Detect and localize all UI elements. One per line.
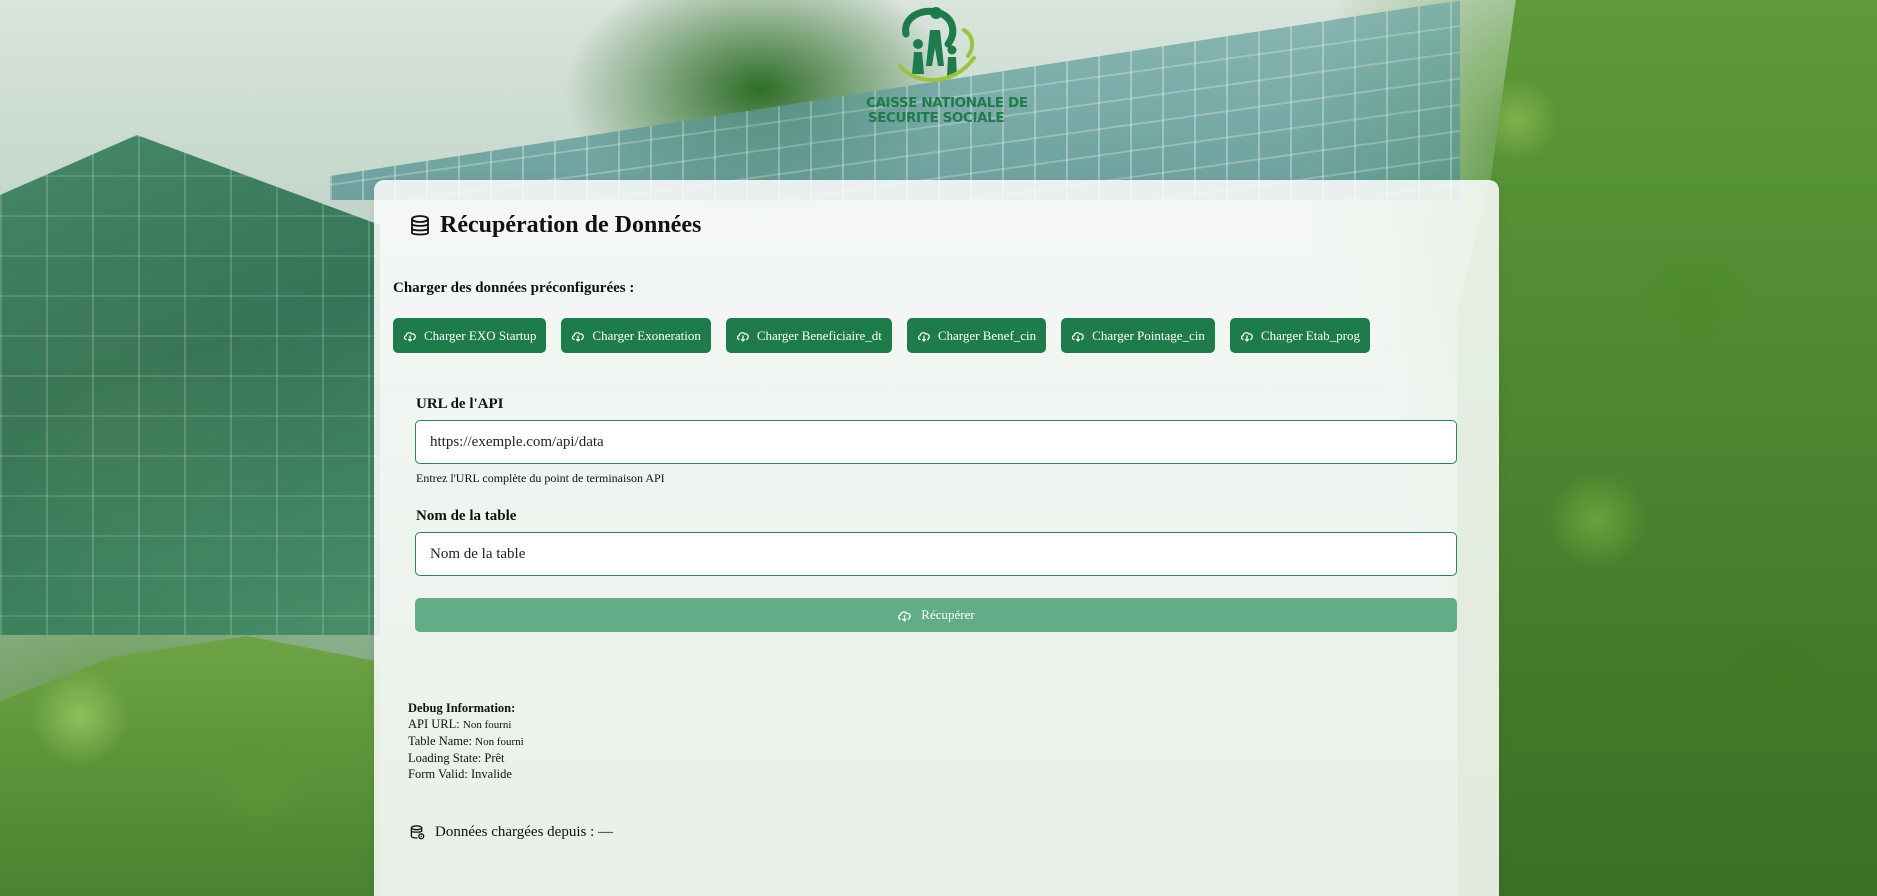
- cloud-download-icon: [898, 610, 911, 622]
- debug-title: Debug Information:: [408, 701, 516, 715]
- load-pointage-cin-label: Charger Pointage_cin: [1092, 327, 1205, 343]
- cloud-download-icon: [1072, 331, 1084, 342]
- data-retrieval-card: Récupération de Données Charger des donn…: [374, 180, 1499, 896]
- background-building-left: [0, 135, 380, 635]
- debug-key: Loading State:: [408, 751, 482, 765]
- load-etab-prog-button[interactable]: Charger Etab_prog: [1229, 318, 1370, 353]
- api-url-help-text: Entrez l'URL complète du point de termin…: [416, 471, 665, 485]
- table-name-label: Nom de la table: [416, 508, 517, 524]
- cloud-download-icon: [1240, 331, 1253, 342]
- api-url-label: URL de l'API: [416, 396, 504, 412]
- preset-buttons-row: Charger EXO Startup Charger Exoneration …: [393, 318, 1370, 353]
- load-etab-prog-label: Charger Etab_prog: [1260, 327, 1360, 343]
- load-exoneration-button[interactable]: Charger Exoneration: [561, 318, 711, 353]
- debug-value: Non fourni: [462, 719, 512, 731]
- debug-row: Table Name: Non fourni: [408, 733, 524, 750]
- cloud-download-icon: [736, 331, 749, 342]
- cloud-download-icon: [917, 331, 930, 342]
- load-beneficiaire-dt-label: Charger Beneficiaire_dt: [756, 327, 882, 343]
- cnss-logo-text: CAISSE NATIONALE DE SECURITE SOCIALE: [866, 95, 1028, 126]
- load-exo-startup-button[interactable]: Charger EXO Startup: [393, 318, 547, 353]
- loaded-from-status: Données chargées depuis : —: [410, 824, 613, 841]
- cnss-logo: CAISSE NATIONALE DE SECURITE SOCIALE: [866, 4, 1028, 142]
- load-beneficiaire-dt-button[interactable]: Charger Beneficiaire_dt: [725, 318, 892, 353]
- cloud-download-icon: [403, 331, 416, 342]
- loaded-from-text: Données chargées depuis : —: [435, 824, 614, 840]
- debug-row: API URL: Non fourni: [408, 716, 524, 733]
- background-trees-right: [1457, 0, 1877, 896]
- debug-row: Form Valid: Invalide: [408, 766, 524, 782]
- cnss-logo-emblem: [898, 7, 976, 82]
- api-url-input[interactable]: [415, 420, 1457, 464]
- table-name-input[interactable]: [415, 532, 1457, 576]
- logo-line: SECURITE SOCIALE: [867, 110, 1005, 126]
- load-benef-cin-label: Charger Benef_cin: [937, 327, 1037, 343]
- load-pointage-cin-button[interactable]: Charger Pointage_cin: [1061, 318, 1215, 353]
- page-title: Récupération de Données: [410, 212, 701, 239]
- preconfig-label: Charger des données préconfigurées :: [393, 280, 635, 296]
- fetch-button[interactable]: Récupérer: [415, 598, 1457, 632]
- debug-value: Invalide: [470, 767, 512, 781]
- debug-value: Prêt: [484, 751, 505, 765]
- debug-panel: Debug Information: API URL: Non fourni T…: [408, 700, 524, 782]
- page-title-text: Récupération de Données: [440, 212, 702, 238]
- debug-row: Loading State: Prêt: [408, 750, 524, 766]
- load-exo-startup-label: Charger EXO Startup: [424, 327, 537, 343]
- database-gear-icon: [410, 825, 425, 840]
- debug-value: Non fourni: [475, 736, 524, 748]
- fetch-button-label: Récupérer: [921, 607, 975, 622]
- load-exoneration-label: Charger Exoneration: [592, 327, 701, 343]
- database-icon: [411, 214, 429, 235]
- debug-key: Form Valid:: [408, 767, 468, 781]
- logo-line: CAISSE NATIONALE DE: [866, 95, 1028, 111]
- debug-key: API URL:: [408, 717, 460, 731]
- debug-key: Table Name:: [408, 734, 473, 748]
- cloud-download-icon: [572, 331, 585, 342]
- load-benef-cin-button[interactable]: Charger Benef_cin: [906, 318, 1047, 353]
